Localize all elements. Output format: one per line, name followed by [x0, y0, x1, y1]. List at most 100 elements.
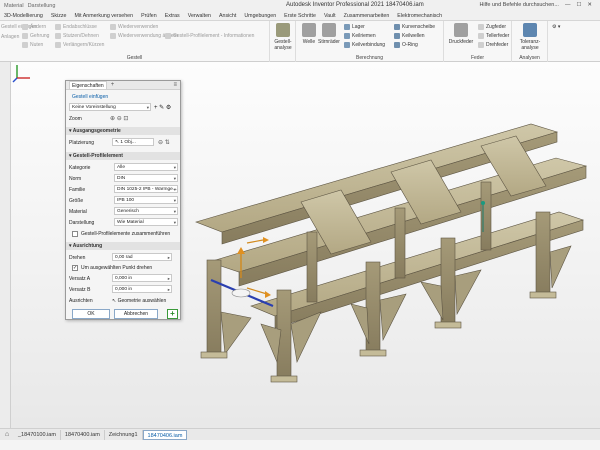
- doc-tab-18470400[interactable]: 18470400.iam: [61, 429, 105, 440]
- torsion-spring-button[interactable]: Drehfeder: [478, 42, 508, 48]
- ribbon-group-frame-analysis: Gestell- analyse: [270, 21, 296, 62]
- notch-button[interactable]: Nuten: [22, 42, 43, 48]
- end-treatments-button[interactable]: Endabschlüsse: [55, 24, 97, 30]
- ok-button[interactable]: OK: [72, 309, 110, 319]
- rotate-label: Drehen: [69, 255, 86, 261]
- tab-environments[interactable]: Umgebungen: [244, 13, 276, 19]
- column-1: [206, 259, 222, 357]
- ribbon-tabs: 3D-Modellierung Skizze Mit Anmerkung ver…: [0, 11, 600, 21]
- compression-spring-icon: [454, 23, 468, 37]
- shaft-icon: [302, 23, 316, 37]
- o-ring-icon: [394, 42, 400, 48]
- axis-triad: [12, 65, 30, 83]
- window-title: Autodesk Inventor Professional 2021 1847…: [286, 2, 424, 8]
- placement-label: Platzierung: [69, 140, 95, 146]
- tab-vault[interactable]: Vault: [324, 13, 336, 19]
- minimize-button[interactable]: —: [565, 2, 571, 8]
- panel-menu-icon[interactable]: ≡: [173, 82, 177, 88]
- doc-tab-zeichnung1[interactable]: Zeichnung1: [105, 429, 143, 440]
- appearance-select[interactable]: Wie Material ▾: [114, 218, 178, 226]
- extension-spring-button[interactable]: Zugfeder: [478, 24, 506, 30]
- family-select[interactable]: DIN 1025-2 IPB - Warmge... ▾: [114, 185, 178, 193]
- zoom-icons[interactable]: ⊕ ⊖ ⊡: [110, 115, 128, 122]
- change-icon: [22, 24, 28, 30]
- align-geometry-selector[interactable]: ↖ Geometrie auswählen: [112, 298, 166, 304]
- spur-gear-icon: [322, 23, 336, 37]
- category-select[interactable]: Alle ▾: [114, 163, 178, 171]
- tab-tools[interactable]: Extras: [165, 13, 180, 19]
- size-select[interactable]: IPB 100 ▾: [114, 196, 178, 204]
- category-label: Kategorie: [69, 165, 91, 171]
- material-selector[interactable]: Material: [4, 3, 24, 9]
- merge-members-checkbox[interactable]: [72, 231, 78, 237]
- preset-toolbar-icons[interactable]: + ✎ ⚙: [154, 104, 171, 111]
- document-tab-bar: ⌂ _18470100.iam 18470400.iam Zeichnung1 …: [0, 428, 600, 440]
- appearance-selector[interactable]: Darstellung: [28, 3, 56, 9]
- spur-gear-button[interactable]: Stirnräder: [316, 23, 342, 45]
- extension-spring-icon: [478, 24, 484, 30]
- v-belt-button[interactable]: Keilriemen: [344, 33, 376, 39]
- miter-button[interactable]: Gehrung: [22, 33, 49, 39]
- cam-button[interactable]: Kurvenscheibe: [394, 24, 435, 30]
- tab-sketch[interactable]: Skizze: [51, 13, 67, 19]
- tab-manage[interactable]: Verwalten: [188, 13, 211, 19]
- offset-b-label: Versatz B: [69, 287, 91, 293]
- add-tab-icon[interactable]: +: [111, 82, 115, 88]
- anlagen-button[interactable]: Anlagen: [1, 34, 19, 40]
- placement-icons[interactable]: ⊖ ⇅: [158, 139, 170, 146]
- cancel-button[interactable]: Abbrechen: [114, 309, 158, 319]
- ribbon-group-analysis: Toleranz- analyse Analysen: [512, 21, 548, 62]
- apply-plus-button[interactable]: +: [167, 309, 178, 319]
- trim-extend-button[interactable]: Stutzen/Dehnen: [55, 33, 99, 39]
- tab-view[interactable]: Ansicht: [219, 13, 236, 19]
- size-label: Größe: [69, 198, 84, 204]
- status-bar: [0, 440, 600, 450]
- zoom-label: Zoom: [69, 116, 82, 122]
- settings-gear-icon[interactable]: ⚙ ▾: [552, 24, 560, 30]
- reuse-button[interactable]: Wiederverwenden: [110, 24, 158, 30]
- frame-analysis-button[interactable]: Gestell- analyse: [270, 23, 296, 51]
- offset-a-input[interactable]: 0,000 in ▸: [112, 274, 172, 282]
- help-search[interactable]: Hilfe und Befehle durchsuchen...: [479, 2, 559, 8]
- tab-collaborate[interactable]: Zusammenarbeiten: [344, 13, 390, 19]
- rotate-input[interactable]: 0,00 rad ▸: [112, 253, 172, 261]
- section-initial-geometry[interactable]: ▾ Ausgangsgeometrie: [66, 127, 180, 135]
- offset-b-input[interactable]: 0,000 in ▸: [112, 285, 172, 293]
- ribbon-group-label-design: Berechnung: [356, 55, 383, 61]
- torsion-spring-icon: [478, 42, 484, 48]
- home-icon[interactable]: ⌂: [0, 431, 14, 438]
- o-ring-button[interactable]: O-Ring: [394, 42, 418, 48]
- bearing-button[interactable]: Lager: [344, 24, 365, 30]
- tab-3d-modeling[interactable]: 3D-Modellierung: [4, 13, 43, 19]
- section-frame-member[interactable]: ▾ Gestell-Profilelement: [66, 152, 180, 160]
- tab-get-started[interactable]: Erste Schritte: [284, 13, 316, 19]
- key-connection-button[interactable]: Keilverbindung: [344, 42, 385, 48]
- section-orientation[interactable]: ▾ Ausrichtung: [66, 242, 180, 250]
- material-select[interactable]: Generisch ▾: [114, 207, 178, 215]
- compression-spring-button[interactable]: Druckfeder: [448, 23, 474, 45]
- standard-select[interactable]: DIN ▾: [114, 174, 178, 182]
- properties-tab[interactable]: Eigenschaften: [69, 81, 107, 89]
- belleville-spring-button[interactable]: Tellerfeder: [478, 33, 509, 39]
- tab-annotate[interactable]: Mit Anmerkung versehen: [74, 13, 133, 19]
- maximize-button[interactable]: ☐: [576, 2, 581, 8]
- insert-frame-link[interactable]: Gestell einfügen: [72, 94, 108, 100]
- cam-icon: [394, 24, 400, 30]
- preset-select[interactable]: Keine Voreinstellung ▾: [69, 103, 151, 111]
- lengthen-shorten-button[interactable]: Verlängern/Kürzen: [55, 42, 104, 48]
- key-icon: [344, 42, 350, 48]
- change-button[interactable]: Ändern: [22, 24, 46, 30]
- spline-button[interactable]: Keilwellen: [394, 33, 425, 39]
- doc-tab-18470100[interactable]: _18470100.iam: [14, 429, 61, 440]
- placement-selector[interactable]: ↖ 1 Obj...: [112, 138, 154, 146]
- tolerance-analysis-button[interactable]: Toleranz- analyse: [517, 23, 543, 51]
- column-4: [440, 237, 456, 327]
- ribbon-group-label-analysis: Analysen: [519, 55, 540, 61]
- tab-inspect[interactable]: Prüfen: [141, 13, 157, 19]
- ribbon-group-spring: Druckfeder Zugfeder Tellerfeder Drehfede…: [444, 21, 512, 62]
- rotate-about-point-checkbox[interactable]: ✓: [72, 265, 78, 271]
- close-button[interactable]: ✕: [587, 2, 592, 8]
- doc-tab-18470406[interactable]: 18470406.iam: [142, 429, 188, 440]
- frame-member-info-button[interactable]: Gestell-Profilelement - Informationen: [165, 33, 254, 39]
- tab-electromechanical[interactable]: Elektromechanisch: [397, 13, 442, 19]
